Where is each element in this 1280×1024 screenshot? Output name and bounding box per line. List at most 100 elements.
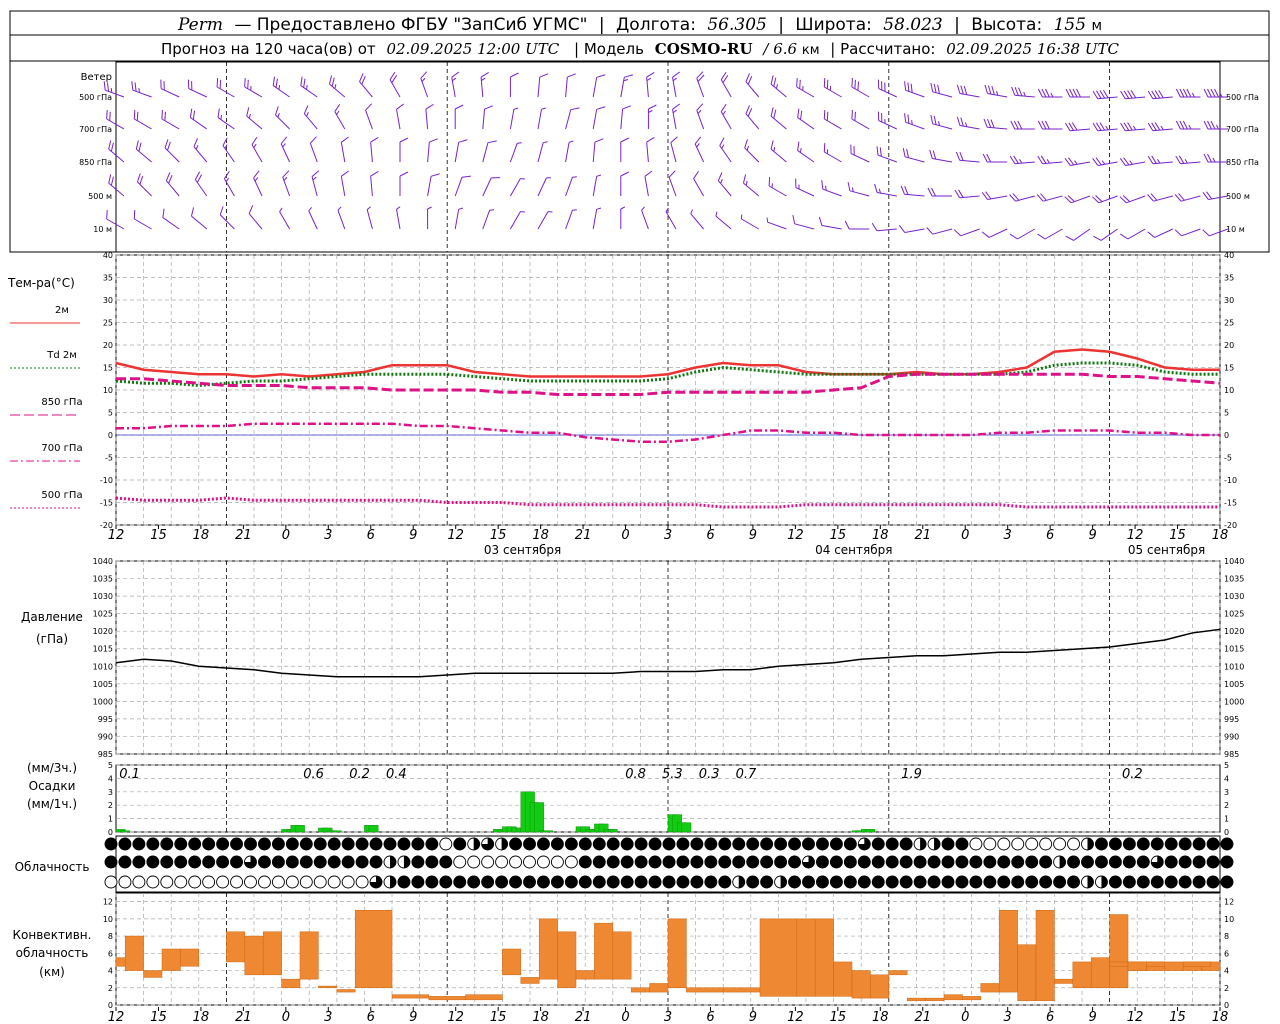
wind-barb-staff — [509, 178, 521, 197]
precip-bar — [681, 822, 692, 833]
wind-barb — [509, 142, 522, 163]
wind-barb-half — [596, 207, 602, 210]
cloud-fill-full — [509, 838, 522, 850]
conv-bar — [1035, 909, 1055, 1001]
wind-barb — [929, 149, 953, 163]
cloud-circle — [188, 875, 202, 889]
y-tick-right: 30 — [1224, 296, 1234, 305]
cloud-symbol — [634, 875, 648, 889]
cloud-fill-full — [132, 838, 145, 850]
cloud-fill-full — [1039, 856, 1052, 868]
wind-barb-full — [484, 105, 494, 110]
wind-barb-full — [871, 222, 878, 232]
wind-barb-staff — [1017, 228, 1036, 240]
wind-barb — [981, 228, 1008, 238]
cloud-fill-full — [342, 838, 355, 850]
cloud-symbol — [146, 837, 160, 851]
cloud-fill-half — [390, 876, 396, 888]
y-tick-right: 1000 — [1224, 697, 1244, 706]
cloud-circle — [983, 837, 997, 851]
cloud-fill-full — [244, 838, 257, 850]
cloud-symbol — [453, 875, 467, 889]
wind-barb-full — [1210, 88, 1216, 98]
wind-barb-staff — [337, 210, 346, 230]
wind-barb-half — [1216, 124, 1219, 130]
cloud-symbol — [1150, 855, 1164, 869]
temperature-series — [115, 348, 1221, 509]
x-hour-label: 12 — [787, 1010, 804, 1024]
cloud-symbol — [718, 875, 732, 889]
cloud-fill-full — [370, 856, 383, 868]
lon-value: 56.305 — [707, 15, 766, 35]
cloud-fill-full — [1193, 856, 1206, 868]
wind-barb-full — [648, 104, 657, 110]
cloud-fill-full — [146, 838, 159, 850]
wind-barb — [161, 110, 180, 130]
wind-barb-full — [1064, 196, 1072, 204]
cloud-symbol — [592, 875, 606, 889]
wind-barb-half — [740, 214, 743, 220]
cloud-fill-full — [258, 838, 271, 850]
wind-barb-staff — [904, 228, 925, 233]
wind-barb-staff — [565, 109, 572, 130]
cloud-fill-full — [746, 856, 759, 868]
wind-barb — [1119, 195, 1146, 204]
cloud-fill-full — [858, 856, 871, 868]
conv-bar — [888, 970, 908, 976]
cloud-symbol — [788, 837, 801, 851]
cloud-symbol — [271, 837, 285, 851]
wind-barb — [953, 228, 980, 237]
y-tick-right: 985 — [1224, 750, 1239, 759]
y-tick-right: 1025 — [1224, 610, 1244, 619]
wind-barb — [877, 79, 898, 98]
cloud-fill-full — [1011, 876, 1024, 888]
cloud-symbol — [1150, 875, 1164, 889]
cloud-circle — [481, 855, 495, 869]
conv-bar — [124, 935, 144, 971]
wind-barb-full — [744, 139, 748, 149]
cloud-fill-full — [1165, 838, 1178, 850]
wind-barb-staff — [191, 215, 208, 230]
cloud-circle — [439, 837, 453, 851]
cloud-symbol — [174, 855, 188, 869]
forecast-prefix: Прогноз на 120 часа(ов) от — [161, 40, 376, 58]
cloud-symbol — [244, 837, 257, 851]
cloud-fill-full — [914, 856, 927, 868]
y-tick-left: 4 — [108, 967, 113, 976]
wind-barb-full — [1179, 88, 1185, 98]
x-hour-label: 3 — [664, 528, 672, 543]
cloud-fill-half — [390, 856, 396, 868]
cloud-fill-full — [258, 856, 271, 868]
wind-barb-full — [430, 173, 440, 177]
cloud-symbol — [258, 855, 271, 869]
x-hour-label: 21 — [235, 1010, 252, 1024]
y-tick-left: -10 — [100, 476, 113, 485]
cloud-symbol — [495, 855, 509, 869]
wind-barb — [851, 78, 870, 98]
wind-barb — [509, 211, 525, 230]
cloud-fill-full — [160, 838, 173, 850]
wind-barb-full — [696, 103, 704, 111]
wind-barb-full — [133, 210, 136, 220]
cloud-fill-full — [830, 876, 843, 888]
wind-barb-full — [990, 119, 995, 129]
cloud-fill-full — [649, 856, 662, 868]
wind-barb-staff — [427, 176, 432, 197]
wind-barb — [646, 136, 655, 163]
x-hour-label: 6 — [1046, 528, 1054, 543]
cloud-symbol — [1192, 837, 1206, 851]
wind-barb-staff — [537, 109, 542, 130]
wind-barb — [1065, 228, 1091, 241]
wind-barb-full — [334, 103, 341, 112]
wind-barb-half — [1157, 159, 1161, 164]
cloud-fill-full — [537, 876, 550, 888]
x-hour-label: 0 — [961, 528, 969, 543]
cloud-symbol — [941, 855, 955, 869]
y-tick-left: 5 — [108, 761, 113, 770]
x-hour-label: 9 — [749, 1010, 757, 1024]
wind-level-label-right: 10 м — [1226, 225, 1245, 234]
conv-bar — [686, 987, 724, 993]
wind-barb — [670, 136, 678, 163]
cloud-symbol — [369, 837, 383, 851]
cloud-fill-full — [607, 876, 620, 888]
